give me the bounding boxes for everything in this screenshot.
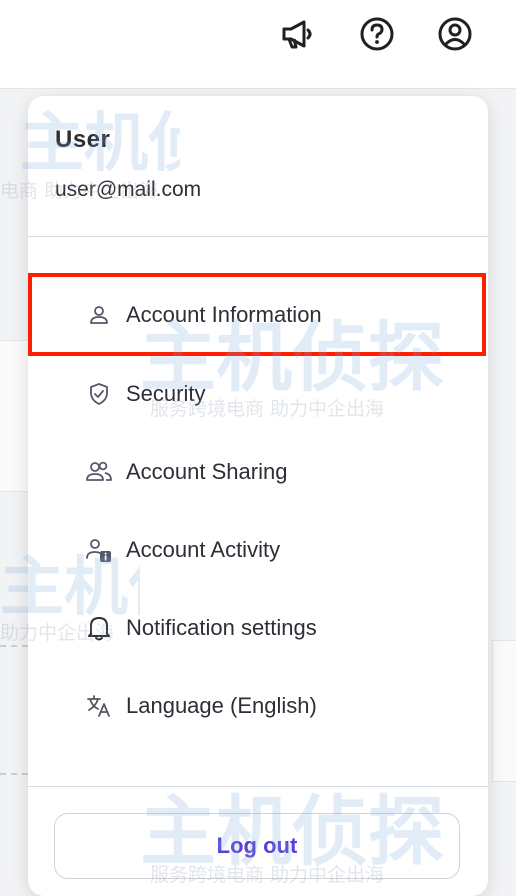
menu-item-account-sharing[interactable]: Account Sharing <box>28 442 488 502</box>
person-info-icon <box>86 537 112 563</box>
background-content-card <box>492 640 516 782</box>
menu-item-language[interactable]: Language (English) <box>28 676 488 736</box>
menu-divider <box>28 236 488 237</box>
background-divider <box>0 645 28 647</box>
top-bar <box>0 0 516 89</box>
menu-item-label: Language (English) <box>126 693 317 718</box>
menu-item-label: Notification settings <box>126 615 317 640</box>
menu-item-label: Account Information <box>126 302 322 327</box>
menu-item-security[interactable]: Security <box>28 364 488 424</box>
menu-item-account-activity[interactable]: Account Activity <box>28 520 488 580</box>
logout-button[interactable]: Log out <box>54 813 460 879</box>
user-name: User <box>55 126 111 153</box>
people-icon <box>86 459 112 485</box>
megaphone-icon[interactable] <box>277 14 317 54</box>
menu-divider <box>28 786 488 787</box>
menu-item-account-information[interactable]: Account Information <box>28 285 488 345</box>
user-email: user@mail.com <box>55 178 202 201</box>
menu-item-label: Security <box>126 381 206 406</box>
menu-item-label: Account Sharing <box>126 459 288 484</box>
menu-item-notification-settings[interactable]: Notification settings <box>28 598 488 658</box>
account-icon[interactable] <box>435 14 475 54</box>
help-icon[interactable] <box>357 14 397 54</box>
background-divider <box>0 773 28 775</box>
translate-icon <box>86 693 112 719</box>
menu-item-label: Account Activity <box>126 537 281 562</box>
bell-icon <box>86 615 112 641</box>
shield-icon <box>86 381 112 407</box>
account-menu-panel: User user@mail.com Account Information S… <box>28 96 488 896</box>
person-icon <box>86 302 112 328</box>
